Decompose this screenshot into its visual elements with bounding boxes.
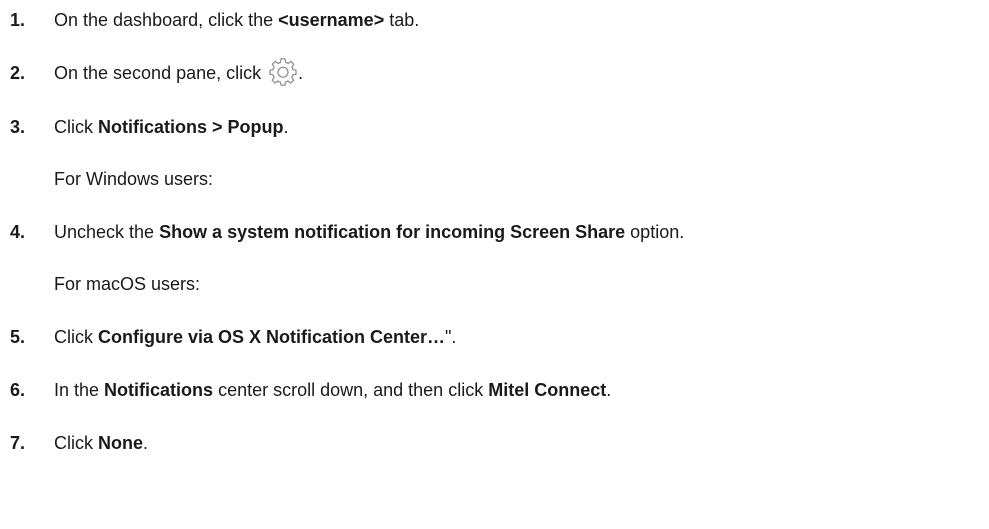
step-text-end: option. bbox=[625, 222, 685, 242]
step-bold-text-2: Mitel Connect bbox=[488, 380, 607, 400]
step-text: On the second pane, click bbox=[54, 63, 267, 83]
step-text: Click bbox=[54, 433, 98, 453]
step-number: 5. bbox=[10, 327, 26, 347]
step-1: 1. On the dashboard, click the <username>… bbox=[10, 6, 419, 34]
step-text-end: . bbox=[298, 63, 304, 83]
step-2: 2. On the second pane, click . bbox=[10, 57, 304, 87]
step-bold-text: Show a system notification for incoming … bbox=[159, 222, 626, 242]
step-number: 6. bbox=[10, 380, 26, 400]
step-3: 3. Click Notifications > Popup. bbox=[10, 113, 289, 141]
step-text-end: . bbox=[606, 380, 612, 400]
macos-users-note: For macOS users: bbox=[54, 274, 201, 294]
step-text-end: . bbox=[283, 117, 289, 137]
step-4: 4. Uncheck the Show a system notification… bbox=[10, 218, 684, 246]
step-text-middle: center scroll down, and then click bbox=[213, 380, 489, 400]
step-number: 4. bbox=[10, 222, 26, 242]
step-bold-text: Notifications > Popup bbox=[98, 117, 284, 137]
step-text-end: . bbox=[143, 433, 149, 453]
step-text: Click bbox=[54, 117, 98, 137]
step-number: 1. bbox=[10, 10, 26, 30]
step-6: 6. In the Notifications center scroll dow… bbox=[10, 376, 611, 404]
gear-icon bbox=[268, 57, 298, 87]
step-number: 2. bbox=[10, 63, 26, 83]
step-text: Uncheck the bbox=[54, 222, 160, 242]
step-text: On the dashboard, click the bbox=[54, 10, 279, 30]
step-number: 3. bbox=[10, 117, 26, 137]
step-bold-text: Notifications bbox=[104, 380, 214, 400]
step-text: In the bbox=[54, 380, 105, 400]
step-text: Click bbox=[54, 327, 98, 347]
step-5: 5. Click Configure via OS X Notification … bbox=[10, 323, 456, 351]
step-bold-text: None bbox=[98, 433, 143, 453]
step-text-end: ". bbox=[445, 327, 457, 347]
step-bold-text: <username> bbox=[278, 10, 385, 30]
step-number: 7. bbox=[10, 433, 26, 453]
step-text-end: tab. bbox=[384, 10, 420, 30]
windows-users-note: For Windows users: bbox=[54, 169, 214, 189]
step-bold-text: Configure via OS X Notification Center… bbox=[98, 327, 446, 347]
step-7: 7. Click None. bbox=[10, 429, 148, 457]
